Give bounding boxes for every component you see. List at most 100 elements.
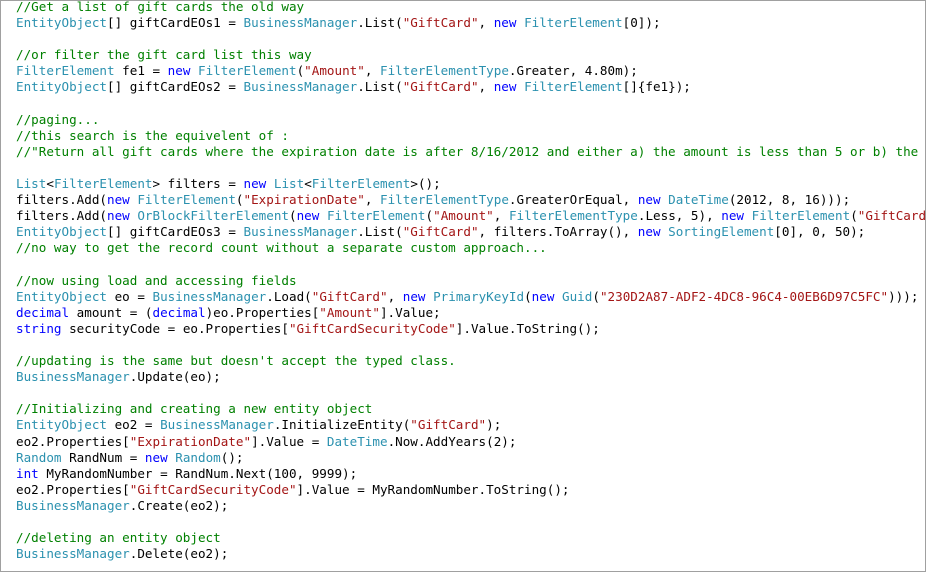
string-token: "Amount" xyxy=(433,208,494,224)
code-token: RandNum = xyxy=(61,449,145,465)
code-line: BusinessManager.Delete(eo2); xyxy=(16,546,925,562)
code-text-area[interactable]: //Get a list of gift cards the old way En… xyxy=(16,1,925,562)
keyword-token: new xyxy=(493,15,517,31)
code-token: ].Value = xyxy=(251,433,327,449)
code-token: .Now.AddYears(2); xyxy=(387,433,517,449)
keyword-token: new xyxy=(637,224,661,240)
code-token: ].Value; xyxy=(379,304,441,320)
type-token: FilterElement xyxy=(16,63,115,79)
code-token: fe1 = xyxy=(114,63,168,79)
type-token: BusinessManager xyxy=(160,417,274,433)
code-token: , filters.ToArray(), xyxy=(478,224,638,240)
code-token: .Less, 5), xyxy=(637,208,722,224)
type-token: FilterElement xyxy=(53,176,153,192)
code-line: filters.Add(new OrBlockFilterElement(new… xyxy=(16,208,925,224)
type-token: BusinessManager xyxy=(243,79,358,95)
type-token: FilterElement xyxy=(311,176,411,192)
code-line: filters.Add(new FilterElement("Expiratio… xyxy=(16,192,925,208)
type-token: FilterElement xyxy=(524,15,623,31)
code-editor[interactable]: //Get a list of gift cards the old way En… xyxy=(0,0,926,572)
code-token: , xyxy=(493,208,509,224)
code-token: .Load( xyxy=(266,288,312,304)
keyword-token: string xyxy=(16,320,62,336)
code-line: //now using load and accessing fields xyxy=(16,273,925,289)
code-line: //deleting an entity object xyxy=(16,530,925,546)
code-token: [] giftCardEOs3 = xyxy=(107,224,244,240)
code-token: < xyxy=(46,176,54,192)
code-token: ( xyxy=(289,208,297,224)
string-token: "GiftCardSecurityCod xyxy=(857,208,925,224)
string-token: "GiftCard" xyxy=(402,15,479,31)
keyword-token: new xyxy=(402,288,426,304)
code-line: BusinessManager.Create(eo2); xyxy=(16,498,925,514)
code-token: ( xyxy=(524,288,532,304)
code-line: string securityCode = eo.Properties["Gif… xyxy=(16,321,925,337)
keyword-token: new xyxy=(493,79,517,95)
code-token: securityCode = eo.Properties[ xyxy=(61,320,289,336)
code-token: ].Value.ToString(); xyxy=(455,320,600,336)
comment-token: //or filter the gift card list this way xyxy=(16,47,312,63)
code-token: ); xyxy=(486,417,502,433)
code-token: ( xyxy=(592,288,600,304)
type-token: BusinessManager xyxy=(16,546,130,562)
code-token: , xyxy=(364,63,381,79)
type-token: BusinessManager xyxy=(152,288,267,304)
code-line: eo2.Properties["GiftCardSecurityCode"].V… xyxy=(16,482,925,498)
type-token: EntityObject xyxy=(16,417,107,433)
keyword-token: decimal xyxy=(152,304,206,320)
keyword-token: int xyxy=(16,465,39,481)
code-line: eo2.Properties["ExpirationDate"].Value =… xyxy=(16,434,925,450)
code-token: .Create(eo2); xyxy=(129,497,229,513)
code-token: [] giftCardEOs2 = xyxy=(107,79,244,95)
code-token: eo2.Properties[ xyxy=(16,433,130,449)
code-token: >(); xyxy=(410,176,441,192)
code-line: int MyRandomNumber = RandNum.Next(100, 9… xyxy=(16,466,925,482)
string-token: "GiftCard" xyxy=(410,417,487,433)
string-token: "GiftCard" xyxy=(402,224,479,240)
keyword-token: new xyxy=(107,208,130,224)
code-line: //or filter the gift card list this way xyxy=(16,47,925,63)
type-token: EntityObject xyxy=(16,79,107,95)
keyword-token: new xyxy=(296,208,320,224)
code-token: (); xyxy=(220,449,244,465)
code-token: MyRandomNumber = RandNum.Next(100, 9999)… xyxy=(38,465,358,481)
code-token: ( xyxy=(235,192,244,208)
code-token: [0]); xyxy=(622,15,661,31)
code-line: BusinessManager.Update(eo); xyxy=(16,369,925,385)
comment-token: //Initializing and creating a new entity… xyxy=(16,401,373,417)
type-token: BusinessManager xyxy=(16,497,130,513)
code-token: , xyxy=(478,79,494,95)
code-token: .Delete(eo2); xyxy=(129,546,229,562)
type-token: BusinessManager xyxy=(243,15,358,31)
code-line: //no way to get the record count without… xyxy=(16,240,925,256)
code-token: .GreaterOrEqual, xyxy=(508,192,638,208)
string-token: "GiftCardSecurityCode" xyxy=(129,481,297,497)
code-token: eo2.Properties[ xyxy=(16,481,130,497)
keyword-token: new xyxy=(721,208,745,224)
string-token: "ExpirationDate" xyxy=(243,192,365,208)
code-token: [0], 0, 50); xyxy=(774,224,866,240)
keyword-token: new xyxy=(144,449,168,465)
type-token: List xyxy=(273,176,305,192)
type-token: BusinessManager xyxy=(16,369,130,385)
type-token: Random xyxy=(175,449,221,465)
code-token: .InitializeEntity( xyxy=(273,417,411,433)
type-token: DateTime xyxy=(668,192,729,208)
code-token: , xyxy=(387,288,403,304)
keyword-token: decimal xyxy=(16,304,70,320)
type-token: FilterElementType xyxy=(380,192,509,208)
type-token: EntityObject xyxy=(16,15,107,31)
code-token: .List( xyxy=(357,15,403,31)
code-token: .Update(eo); xyxy=(129,369,221,385)
